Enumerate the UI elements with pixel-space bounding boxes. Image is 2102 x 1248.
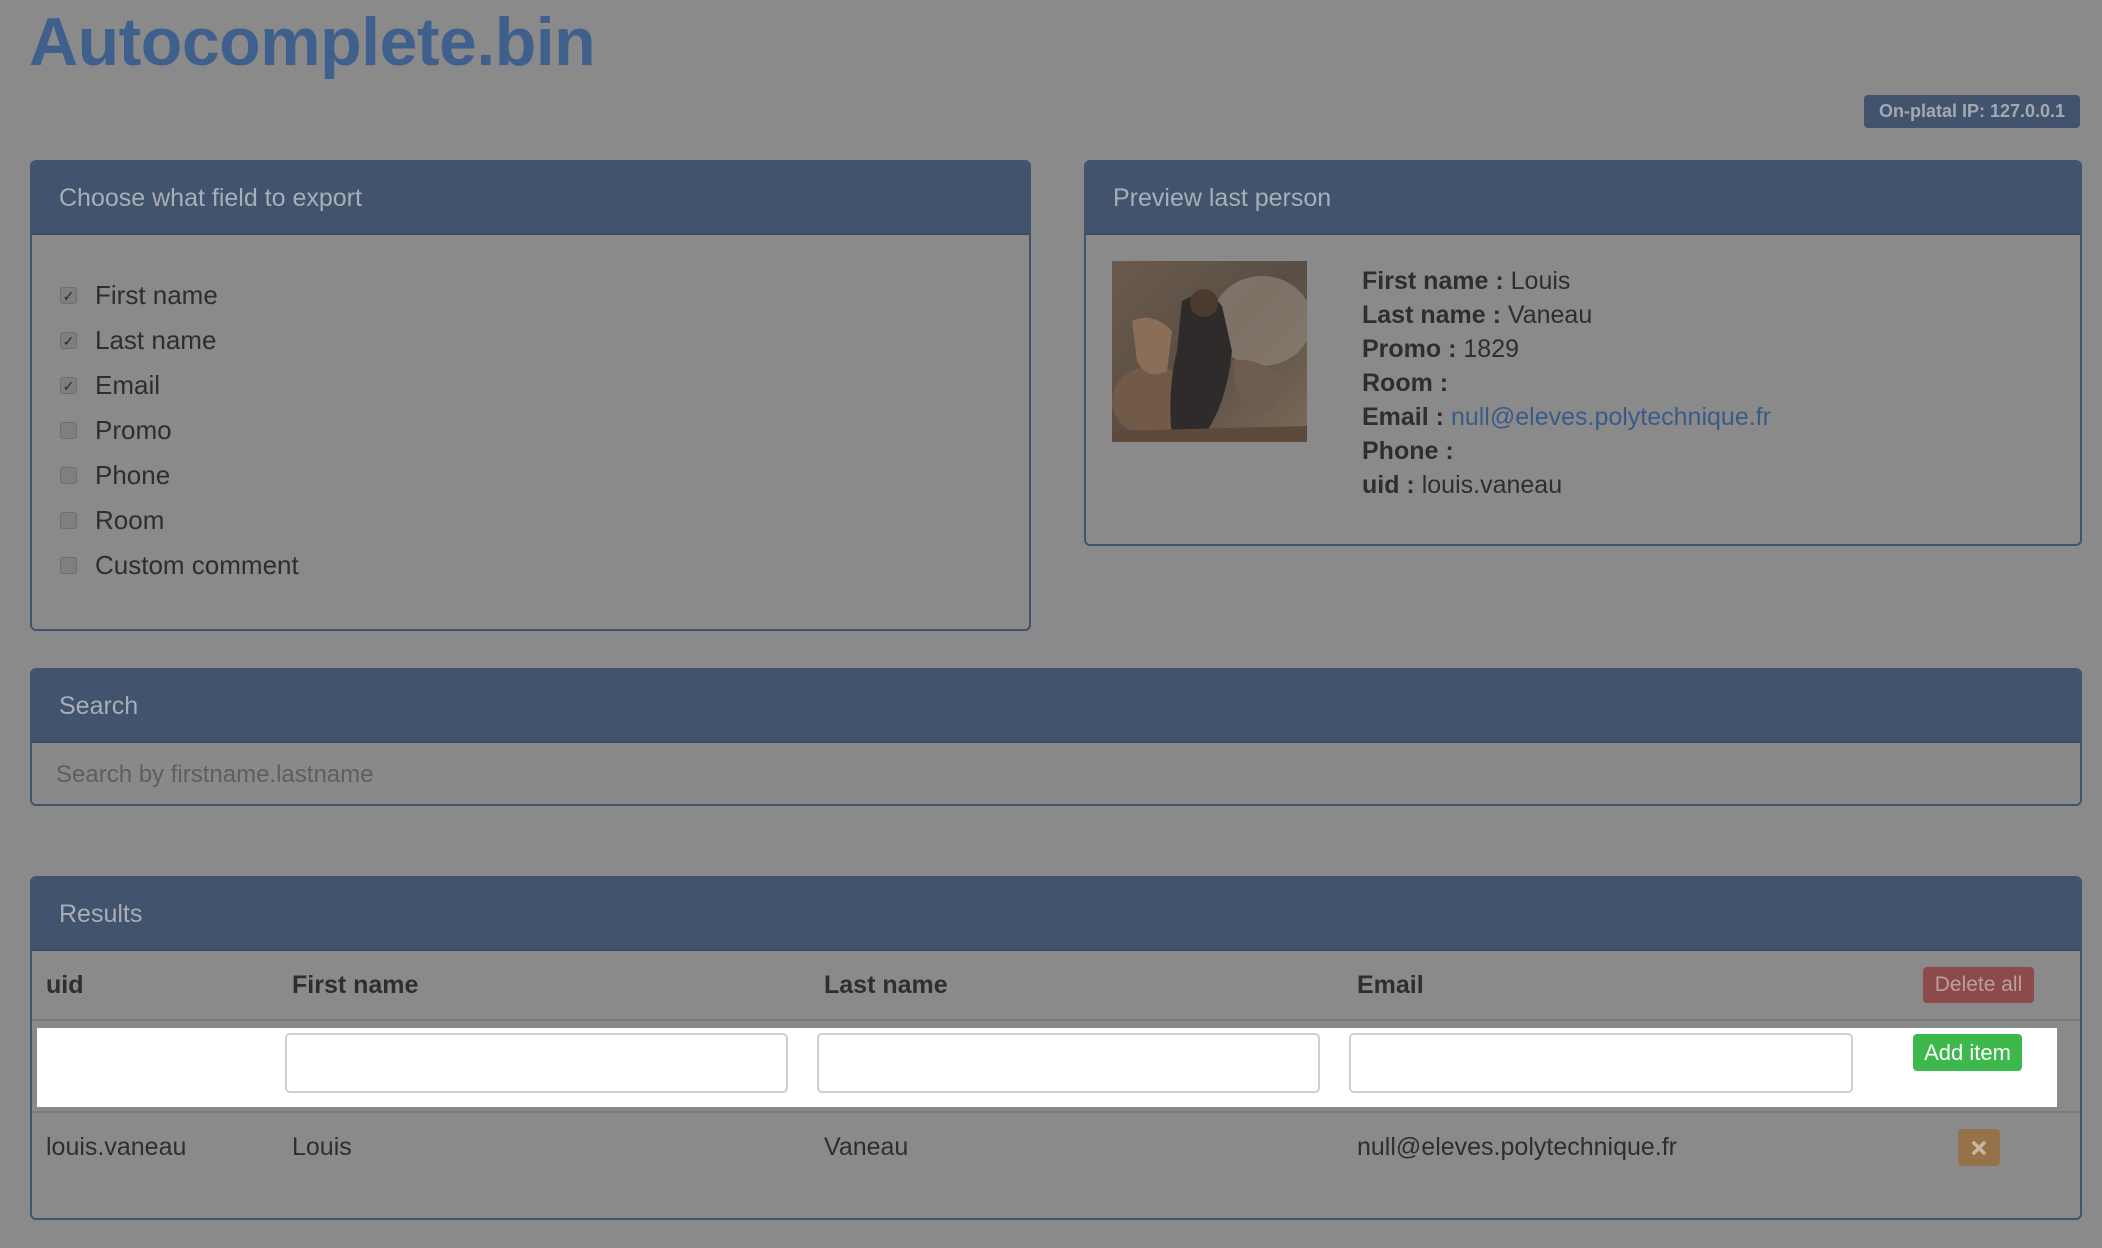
detail-first-name: First name : Louis — [1362, 264, 1771, 298]
new-first-name-input[interactable] — [285, 1033, 788, 1093]
export-field-list: ✓ First name ✓ Last name ✓ Email Promo P… — [32, 235, 1029, 588]
search-panel-heading: Search — [32, 670, 2080, 743]
promo-checkbox[interactable] — [60, 422, 77, 439]
new-email-input[interactable] — [1349, 1033, 1853, 1093]
detail-value: 1829 — [1463, 335, 1520, 363]
phone-checkbox[interactable] — [60, 467, 77, 484]
detail-label: Email : — [1362, 403, 1444, 431]
email-link[interactable]: null@eleves.polytechnique.fr — [1451, 403, 1771, 431]
delete-all-button[interactable]: Delete all — [1923, 967, 2034, 1003]
export-field-label: Promo — [95, 415, 172, 445]
detail-label: Last name : — [1362, 301, 1501, 329]
preview-panel: Preview last person First name : Louis L… — [1084, 160, 2082, 546]
search-input[interactable] — [32, 743, 2080, 804]
app-title: Autocomplete.bin — [29, 4, 596, 80]
first-name-checkbox[interactable]: ✓ — [60, 287, 77, 304]
table-header: uid First name Last name Email Delete al… — [32, 951, 2080, 1021]
cell-email: null@eleves.polytechnique.fr — [1357, 1133, 1678, 1161]
detail-label: First name : — [1362, 267, 1504, 295]
cell-uid: louis.vaneau — [46, 1133, 187, 1161]
detail-label: uid : — [1362, 471, 1415, 499]
person-details: First name : Louis Last name : Vaneau Pr… — [1362, 264, 1771, 502]
column-header-email: Email — [1357, 971, 1424, 999]
export-field-custom-comment[interactable]: Custom comment — [60, 543, 1029, 588]
results-panel: Results uid First name Last name Email D… — [30, 876, 2082, 1220]
column-header-first-name: First name — [292, 971, 419, 999]
export-field-first-name[interactable]: ✓ First name — [60, 273, 1029, 318]
results-table: uid First name Last name Email Delete al… — [32, 951, 2080, 1166]
export-panel-heading: Choose what field to export — [32, 162, 1029, 235]
detail-label: Room : — [1362, 369, 1449, 397]
detail-label: Phone : — [1362, 437, 1454, 465]
export-panel: Choose what field to export ✓ First name… — [30, 160, 1031, 631]
export-field-label: Room — [95, 505, 165, 535]
column-header-uid: uid — [46, 971, 84, 999]
new-last-name-input[interactable] — [817, 1033, 1320, 1093]
cell-first-name: Louis — [292, 1133, 352, 1161]
detail-phone: Phone : — [1362, 434, 1771, 468]
detail-value: Louis — [1510, 267, 1571, 295]
room-checkbox[interactable] — [60, 512, 77, 529]
detail-label: Promo : — [1362, 335, 1457, 363]
add-item-button[interactable]: Add item — [1913, 1034, 2022, 1071]
column-header-last-name: Last name — [824, 971, 948, 999]
person-photo — [1112, 261, 1312, 442]
results-panel-heading: Results — [32, 878, 2080, 951]
export-field-label: Phone — [95, 460, 171, 490]
detail-room: Room : — [1362, 366, 1771, 400]
detail-email: Email : null@eleves.polytechnique.fr — [1362, 400, 1771, 434]
export-field-label: Email — [95, 370, 161, 400]
add-item-row: Add item — [37, 1028, 2057, 1107]
export-field-label: Last name — [95, 325, 217, 355]
export-field-promo[interactable]: Promo — [60, 408, 1029, 453]
close-icon — [1972, 1140, 1986, 1155]
export-field-room[interactable]: Room — [60, 498, 1029, 543]
export-field-last-name[interactable]: ✓ Last name — [60, 318, 1029, 363]
custom-comment-checkbox[interactable] — [60, 557, 77, 574]
detail-last-name: Last name : Vaneau — [1362, 298, 1771, 332]
cell-last-name: Vaneau — [824, 1133, 909, 1161]
row-delete-button[interactable] — [1958, 1129, 2000, 1166]
table-row: louis.vaneau Louis Vaneau null@eleves.po… — [32, 1111, 2080, 1181]
detail-value: louis.vaneau — [1421, 471, 1563, 499]
ip-badge: On-platal IP: 127.0.0.1 — [1864, 95, 2080, 128]
export-field-email[interactable]: ✓ Email — [60, 363, 1029, 408]
email-checkbox[interactable]: ✓ — [60, 377, 77, 394]
search-panel: Search — [30, 668, 2082, 806]
export-field-phone[interactable]: Phone — [60, 453, 1029, 498]
detail-uid: uid : louis.vaneau — [1362, 468, 1771, 502]
detail-value: Vaneau — [1507, 301, 1593, 329]
export-field-label: First name — [95, 280, 218, 310]
last-name-checkbox[interactable]: ✓ — [60, 332, 77, 349]
detail-promo: Promo : 1829 — [1362, 332, 1771, 366]
export-field-label: Custom comment — [95, 550, 299, 580]
preview-panel-heading: Preview last person — [1086, 162, 2080, 235]
